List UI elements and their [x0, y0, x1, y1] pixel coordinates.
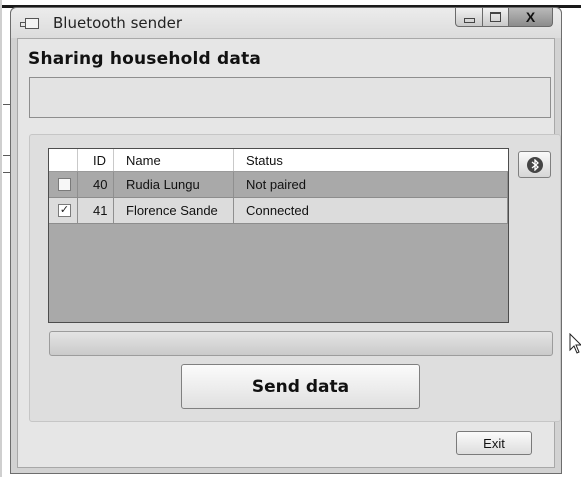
maximize-icon	[490, 12, 501, 22]
row-name: Rudia Lungu	[114, 172, 234, 197]
table-row[interactable]: 40 Rudia Lungu Not paired	[49, 172, 508, 198]
header-status[interactable]: Status	[234, 149, 508, 171]
grid-header: ID Name Status	[49, 149, 508, 172]
row-status: Connected	[234, 198, 508, 223]
header-id[interactable]: ID	[78, 149, 114, 171]
header-name[interactable]: Name	[114, 149, 234, 171]
minimize-icon	[463, 17, 475, 23]
close-button[interactable]: X	[509, 8, 553, 27]
row-id: 41	[78, 198, 114, 223]
header-check-column[interactable]	[49, 149, 78, 171]
info-textbox[interactable]	[29, 77, 551, 118]
progress-bar	[49, 331, 553, 356]
close-icon: X	[525, 9, 536, 25]
mouse-cursor-icon	[569, 333, 581, 354]
title-bar[interactable]: Bluetooth sender X	[11, 8, 561, 38]
row-name: Florence Sande	[114, 198, 234, 223]
bluetooth-glyph	[531, 158, 539, 171]
minimize-button[interactable]	[455, 8, 483, 27]
row-id: 40	[78, 172, 114, 197]
exit-button[interactable]: Exit	[456, 431, 532, 455]
row-check-cell	[49, 172, 78, 197]
row-checkbox[interactable]: ✓	[58, 204, 71, 217]
send-data-button[interactable]: Send data	[181, 364, 420, 409]
window-controls: X	[455, 8, 553, 28]
maximize-button[interactable]	[483, 8, 509, 27]
app-window-icon	[20, 18, 39, 29]
bluetooth-button[interactable]	[518, 151, 551, 178]
devices-grid[interactable]: ID Name Status 40 Rudia Lungu Not paired…	[48, 148, 509, 323]
page-title: Sharing household data	[28, 49, 262, 69]
window-title: Bluetooth sender	[53, 14, 183, 32]
background-left-edge	[0, 0, 2, 477]
row-checkbox[interactable]	[58, 178, 71, 191]
row-check-cell: ✓	[49, 198, 78, 223]
table-row[interactable]: ✓ 41 Florence Sande Connected	[49, 198, 508, 224]
checkmark-icon: ✓	[59, 204, 70, 216]
row-status: Not paired	[234, 172, 508, 197]
bluetooth-icon	[526, 156, 543, 173]
